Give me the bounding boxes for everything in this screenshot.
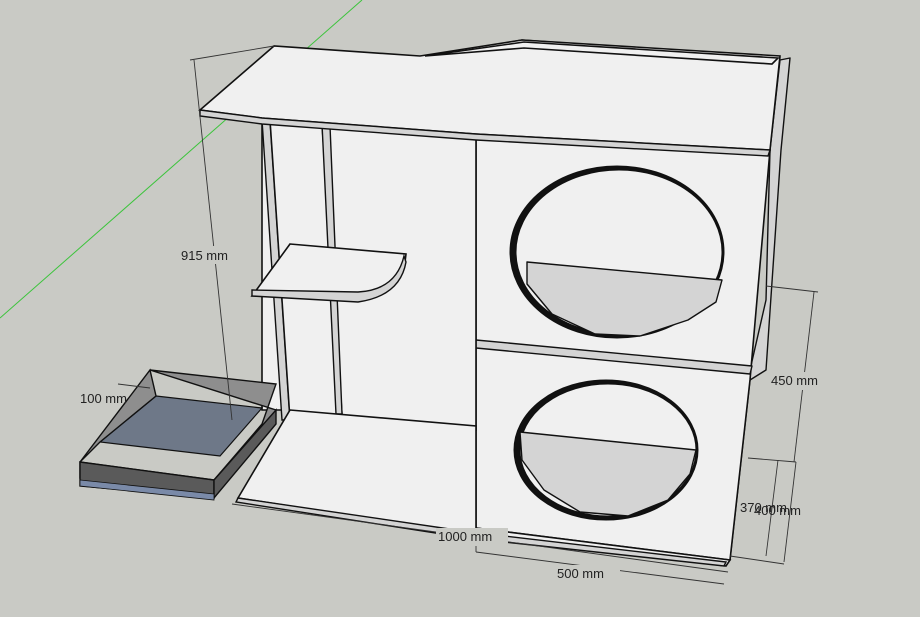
dim-1000-label: 1000 mm (438, 529, 492, 544)
dim-100-label: 100 mm (80, 391, 127, 406)
upper-opening (509, 165, 725, 339)
dim-400-label: 400 mm (754, 503, 801, 518)
dim-500-label: 500 mm (557, 566, 604, 581)
lower-opening (513, 379, 699, 521)
cat-tree-model-drawing: 915 mm 100 mm 450 mm 370 mm 400 mm 1000 … (0, 0, 920, 617)
dim-915-label: 915 mm (181, 248, 228, 263)
sketchup-viewport[interactable]: 915 mm 100 mm 450 mm 370 mm 400 mm 1000 … (0, 0, 920, 617)
dim-450-label: 450 mm (771, 373, 818, 388)
